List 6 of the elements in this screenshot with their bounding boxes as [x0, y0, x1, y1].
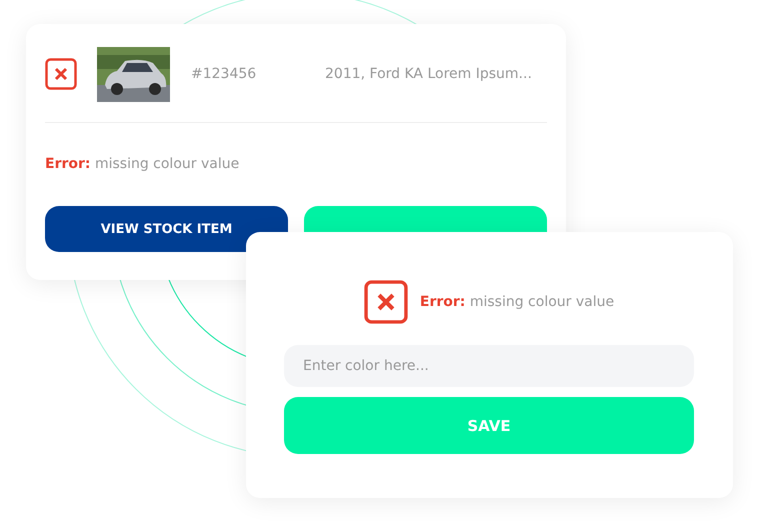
error-message: Error: missing colour value: [45, 156, 240, 172]
vehicle-description: 2011, Ford KA Lorem Ipsum...: [325, 66, 532, 82]
error-message: Error: missing colour value: [420, 294, 614, 310]
view-stock-button[interactable]: VIEW STOCK ITEM: [45, 206, 288, 252]
stock-number: #123456: [191, 66, 258, 82]
color-input[interactable]: Enter color here...: [284, 345, 694, 387]
